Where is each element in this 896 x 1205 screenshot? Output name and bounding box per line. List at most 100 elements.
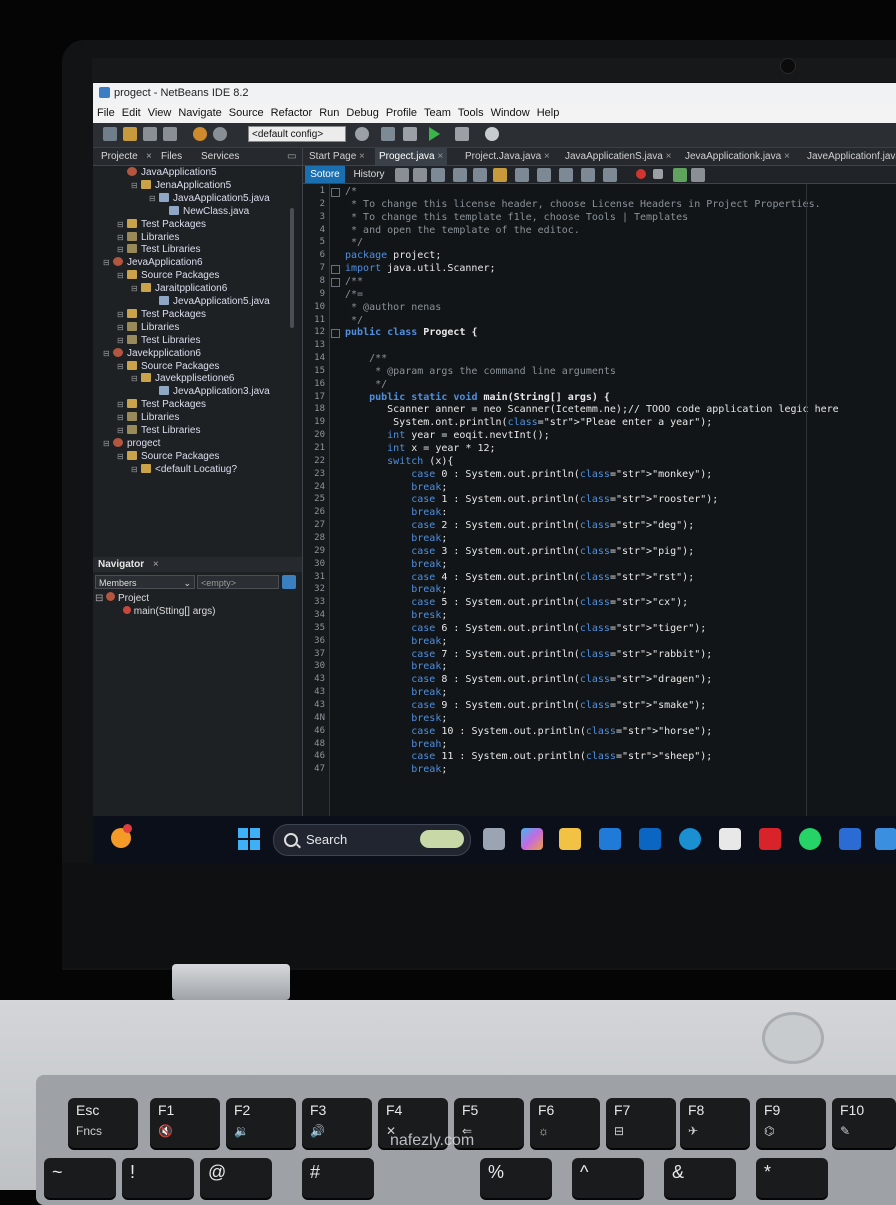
code-line[interactable]: case 0 : System.out.println(class="str">… [345,469,712,480]
key-f1[interactable]: F1 🔇 [150,1098,220,1148]
tree-item[interactable]: ⊟ Javekpplisetione6 [131,372,235,385]
start-icon[interactable] [238,828,260,850]
code-line[interactable]: case 11 : System.out.println(class="str"… [345,751,712,762]
code-line[interactable]: break; [345,584,447,595]
bookmark-icon[interactable] [515,168,529,182]
code-line[interactable]: case 10 : System.out.println(class="str"… [345,726,712,737]
editor-tab[interactable]: JaveApplicationf.java × [803,148,896,165]
source-tab[interactable]: Sotore [305,166,345,183]
close-icon[interactable]: × [781,151,790,162]
profile-icon[interactable] [485,127,499,141]
expand-toggle-icon[interactable]: ⊟ [131,372,139,385]
stop-macro-icon[interactable] [653,169,663,179]
menu-item-debug[interactable]: Debug [346,107,378,119]
tree-item[interactable]: ⊟ Libraries [117,411,179,424]
editor-tab[interactable]: JevaApplicationk.java × [681,148,794,165]
tree-item[interactable]: JavaApplication5 [117,166,217,179]
expand-toggle-icon[interactable]: ⊟ [103,347,111,360]
tree-item[interactable]: ⊟ progect [103,437,160,450]
expand-toggle-icon[interactable]: ⊟ [117,231,125,244]
tree-item[interactable]: ⊟ JavaApplication5.java [149,192,270,205]
code-line[interactable]: case 4 : System.out.println(class="str">… [345,572,694,583]
minimize-icon[interactable]: ▭ [287,148,296,165]
code-line[interactable]: case 3 : System.out.println(class="str">… [345,546,694,557]
tree-item[interactable]: ⊟ JevaApplication6 [103,256,203,269]
code-line[interactable]: break; [345,559,447,570]
code-line[interactable]: break: [345,507,447,518]
tree-item[interactable]: ⊟ Test Packages [117,308,206,321]
tree-item[interactable]: ⊟ Libraries [117,231,179,244]
tree-item[interactable]: ⊟ Test Libraries [117,424,200,437]
code-line[interactable]: * To change this license header, choose … [345,199,821,210]
tab-files[interactable]: Files [161,148,182,165]
back-icon[interactable] [395,168,409,182]
expand-toggle-icon[interactable]: ⊟ [117,308,125,321]
red-app-icon[interactable] [759,828,781,850]
code-line[interactable]: /* [345,186,357,197]
key-symbol[interactable]: # [302,1158,374,1198]
members-dropdown[interactable]: Members ⌄ [95,575,195,589]
code-line[interactable]: Scanner anner = neo Scanner(Icetemm.ne);… [345,404,839,415]
redo-icon[interactable] [213,127,227,141]
shift-left-icon[interactable] [537,168,551,182]
key-symbol[interactable]: ~ [44,1158,116,1198]
code-line[interactable]: breah; [345,739,447,750]
tree-item[interactable]: ⊟ Test Packages [117,398,206,411]
tree-item[interactable]: ⊟ Source Packages [117,360,219,373]
tree-scrollbar[interactable] [290,208,294,328]
tree-item[interactable]: JevaApplication5.java [149,295,270,308]
code-line[interactable]: public static void main(String[] args) { [345,392,610,403]
check-icon[interactable] [673,168,687,182]
fold-toggle-icon[interactable] [331,277,340,287]
editor-tab[interactable]: Project.Java.java × [461,148,554,165]
find-icon[interactable] [431,168,445,182]
run-icon[interactable] [429,127,440,141]
close-icon[interactable]: × [663,151,672,162]
blue-app-icon[interactable] [839,828,861,850]
key-symbol[interactable]: * [756,1158,828,1198]
tree-item[interactable]: ⊟ Test Packages [117,218,206,231]
expand-toggle-icon[interactable]: ⊟ [117,424,125,437]
code-line[interactable]: break; [345,482,447,493]
store-icon[interactable] [719,828,741,850]
key-f7[interactable]: F7 ⊟ [606,1098,676,1148]
code-line[interactable]: case 6 : System.out.println(class="str">… [345,623,706,634]
close-icon[interactable]: × [435,151,443,162]
key-symbol[interactable]: % [480,1158,552,1198]
prev-occurrence-icon[interactable] [453,168,467,182]
fold-toggle-icon[interactable] [331,188,340,197]
menu-item-navigate[interactable]: Navigate [178,107,221,119]
menu-item-edit[interactable]: Edit [122,107,141,119]
menu-item-team[interactable]: Team [424,107,451,119]
fold-toggle-icon[interactable] [331,329,340,339]
expand-toggle-icon[interactable]: ⊟ [131,463,139,476]
taskbar-search[interactable]: Search [273,824,471,856]
code-line[interactable]: import java.util.Scanner; [345,263,496,274]
code-line[interactable]: break; [345,764,447,775]
key-f6[interactable]: F6 ☼ [530,1098,600,1148]
filter-toggle-icon[interactable] [282,575,296,589]
menu-item-view[interactable]: View [148,107,172,119]
expand-toggle-icon[interactable]: ⊟ [117,269,125,282]
tree-item[interactable]: ⊟ Javekpplication6 [103,347,201,360]
uncomment-icon[interactable] [603,168,617,182]
tree-item[interactable]: NewClass.java [159,205,249,218]
code-line[interactable]: int x = year * 12; [345,443,495,454]
code-line[interactable]: /** [345,276,363,287]
tree-item[interactable]: JevaApplication3.java [149,385,270,398]
undo-icon[interactable] [193,127,207,141]
tree-item[interactable]: ⊟ Source Packages [117,269,219,282]
navigator-root[interactable]: ⊟ Project [95,592,215,605]
code-line[interactable]: */ [345,379,387,390]
task-view-icon[interactable] [483,828,505,850]
next-occurrence-icon[interactable] [473,168,487,182]
key-f10[interactable]: F10 ✎ [832,1098,896,1148]
code-line[interactable]: * To change this template f1le, choose T… [345,212,688,223]
code-area[interactable]: /* * To change this license header, choo… [331,184,896,852]
whatsapp-icon[interactable] [799,828,821,850]
comment-icon[interactable] [581,168,595,182]
menu-item-source[interactable]: Source [229,107,264,119]
key-f9[interactable]: F9 ⌬ [756,1098,826,1148]
close-icon[interactable]: × [356,151,365,162]
key-esc[interactable]: Esc Fncs [68,1098,138,1148]
